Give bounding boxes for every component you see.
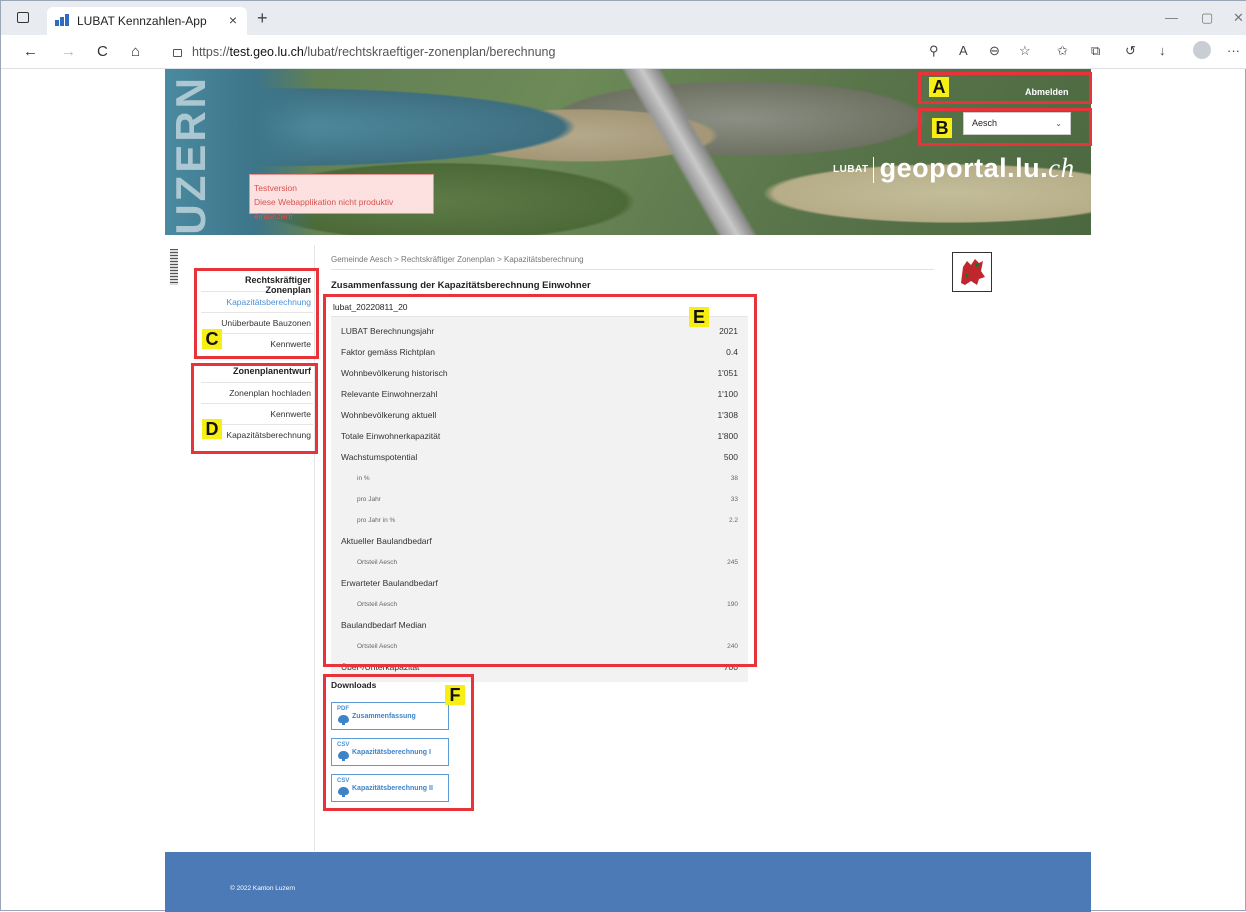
app-favicon-icon [55, 14, 69, 26]
url-path: /lubat/rechtskraeftiger-zonenplan/berech… [303, 45, 556, 59]
minimize-icon[interactable]: — [1165, 10, 1178, 25]
address-bar-row: ← → C ⌂ https://test.geo.lu.ch/lubat/rec… [1, 35, 1246, 69]
test-notice-title: Testversion [254, 183, 297, 193]
scale-graphic [170, 249, 178, 285]
collections-icon[interactable]: ⧉ [1091, 43, 1100, 59]
history-icon[interactable]: ↺ [1125, 43, 1136, 59]
copyright-text: © 2022 Kanton Luzern [230, 885, 296, 892]
annotation-label-a: A [929, 77, 949, 97]
breadcrumb: Gemeinde Aesch > Rechtskräftiger Zonenpl… [331, 255, 584, 264]
browser-window: LUBAT Kennzahlen-App × + — ▢ ✕ ← → C ⌂ h… [0, 0, 1246, 912]
read-aloud-icon[interactable]: A [959, 43, 968, 58]
tab-actions-icon[interactable] [17, 12, 29, 23]
forward-icon[interactable]: → [61, 43, 76, 60]
canton-side-text: LUZERN [167, 75, 214, 235]
favorites-icon[interactable]: ✩ [1057, 43, 1068, 59]
logo-small: LUBAT [833, 164, 869, 176]
close-window-icon[interactable]: ✕ [1233, 10, 1244, 26]
zoom-icon[interactable]: ⊖ [989, 43, 1000, 59]
restore-icon[interactable]: ▢ [1201, 10, 1213, 26]
annotation-label-e: E [689, 307, 709, 327]
logo-main: geoportal.lu. [879, 153, 1049, 183]
test-version-notice: Testversion Diese Webapplikation nicht p… [249, 174, 434, 221]
annotation-box-e [323, 294, 757, 667]
browser-tab[interactable]: LUBAT Kennzahlen-App × [47, 7, 247, 35]
annotation-label-c: C [202, 329, 222, 349]
home-icon[interactable]: ⌂ [131, 43, 140, 60]
breadcrumb-divider [331, 269, 934, 270]
coat-of-arms-icon [952, 252, 992, 292]
lock-icon [173, 49, 182, 57]
url-host: test.geo.lu.ch [229, 45, 304, 59]
new-tab-icon[interactable]: + [257, 8, 268, 29]
tab-title: LUBAT Kennzahlen-App [77, 14, 207, 28]
url-prefix: https:// [192, 45, 230, 59]
reload-icon[interactable]: C [97, 43, 108, 60]
more-icon[interactable]: ··· [1227, 43, 1240, 58]
footer: © 2022 Kanton Luzern [165, 852, 1091, 912]
annotation-label-f: F [445, 685, 465, 705]
page-title: Zusammenfassung der Kapazitätsberechnung… [331, 280, 591, 291]
logo-suffix: ch [1048, 153, 1075, 183]
annotation-label-d: D [202, 419, 222, 439]
annotation-box-d [191, 363, 318, 454]
downloads-icon[interactable]: ↓ [1159, 43, 1166, 58]
url-field[interactable]: https://test.geo.lu.ch/lubat/rechtskraef… [167, 39, 917, 65]
profile-avatar[interactable] [1193, 41, 1211, 59]
tab-bar: LUBAT Kennzahlen-App × + — ▢ ✕ [1, 1, 1246, 35]
tab-close-icon[interactable]: × [229, 12, 237, 28]
geoportal-logo[interactable]: LUBAT geoportal.lu.ch [833, 153, 1075, 184]
logo-divider [872, 156, 874, 183]
back-icon[interactable]: ← [23, 43, 38, 60]
add-favorite-icon[interactable]: ☆ [1019, 43, 1031, 59]
key-icon[interactable]: ⚲ [929, 43, 939, 59]
annotation-label-b: B [932, 118, 952, 138]
test-notice-message: Diese Webapplikation nicht produktiv ein… [254, 197, 394, 221]
